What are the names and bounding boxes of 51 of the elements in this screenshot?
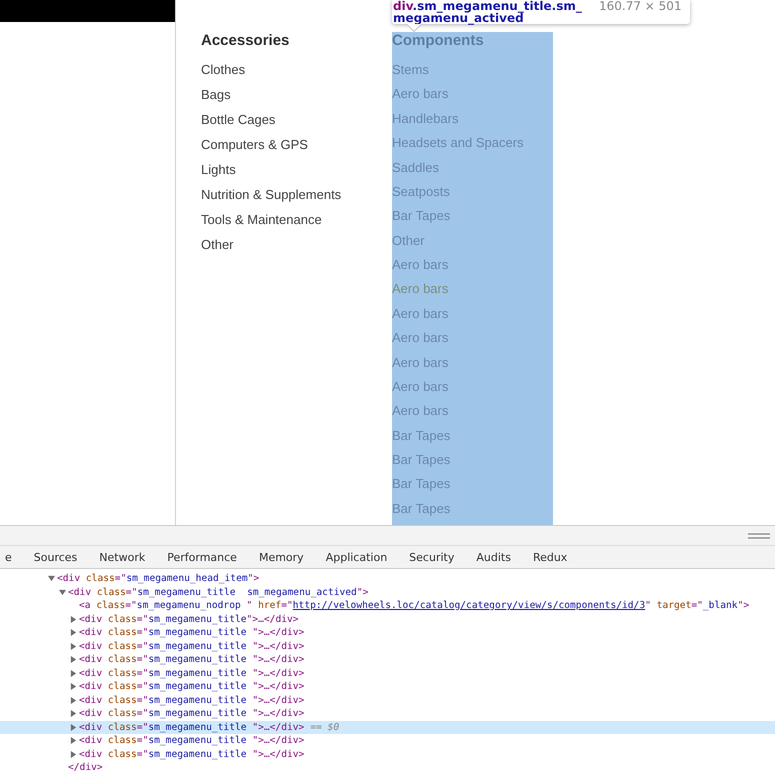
menu-link[interactable]: Tools & Maintenance — [201, 212, 322, 237]
collapsed-triangle-icon[interactable] — [70, 642, 77, 650]
menu-link[interactable]: Computers & GPS — [201, 137, 308, 162]
collapsed-triangle-icon[interactable] — [70, 750, 77, 758]
collapsed-triangle-icon[interactable] — [70, 656, 77, 664]
menu-link[interactable]: Lights — [201, 162, 236, 187]
devtools-tab[interactable]: e — [0, 546, 23, 568]
menu-link[interactable]: Bottle Cages — [201, 112, 276, 137]
column-heading: Components — [392, 32, 484, 50]
dom-node-code[interactable]: <a class="sm_megamenu_nodrop " href="http://velowheels.loc/catalog/category/view/s/components/id/3" target="_blank"> — [79, 599, 750, 612]
dom-node-code[interactable]: <div class="sm_megamenu_head_item"> — [57, 572, 260, 586]
expanded-triangle-icon[interactable] — [48, 575, 55, 582]
devtools-tab[interactable]: Audits — [465, 546, 522, 568]
menu-link[interactable]: Clothes — [201, 62, 246, 87]
devtools-tab[interactable]: Performance — [156, 546, 248, 568]
collapsed-triangle-icon[interactable] — [70, 724, 77, 731]
collapsed-triangle-icon[interactable] — [70, 696, 77, 704]
devtools-tab[interactable]: Redux — [522, 546, 578, 568]
collapsed-triangle-icon[interactable] — [70, 737, 77, 744]
element-size: 160.77 × 501 — [599, 0, 682, 12]
dom-node-code[interactable]: <div class="sm_megamenu_title ">…</div> — [79, 694, 304, 707]
collapsed-triangle-icon[interactable] — [70, 670, 77, 677]
drag-handle-icon[interactable] — [748, 532, 770, 540]
expanded-triangle-icon[interactable] — [59, 588, 66, 596]
dom-node-code[interactable]: </div> — [68, 761, 103, 774]
dom-node-code[interactable]: <div class="sm_megamenu_title ">…</div> — [79, 720, 304, 734]
devtools-tab[interactable]: Memory — [248, 546, 315, 568]
devtools-tab[interactable]: Application — [314, 546, 398, 568]
dom-node-code[interactable]: <div class="sm_megamenu_title ">…</div> — [79, 734, 304, 748]
dom-node-code[interactable]: <div class="sm_megamenu_title ">…</div> — [79, 626, 304, 640]
element-selector: div.sm_megamenu_title.sm_megamenu_actived — [392, 0, 583, 24]
menu-link[interactable]: Bags — [201, 87, 231, 112]
console-reference: == $0 — [310, 720, 340, 734]
devtools-tab[interactable]: Network — [88, 546, 156, 568]
dom-node-code[interactable]: <div class="sm_megamenu_title sm_megamenu_actived"> — [68, 586, 368, 599]
dom-node-code[interactable]: <div class="sm_megamenu_title ">…</div> — [79, 707, 304, 720]
column-heading: Accessories — [201, 32, 290, 50]
devtools-tab[interactable]: Sources — [22, 546, 88, 568]
dom-node-code[interactable]: <div class="sm_megamenu_title">…</div> — [79, 612, 299, 626]
dom-node-code[interactable]: <div class="sm_megamenu_title ">…</div> — [79, 653, 304, 666]
dom-node-code[interactable]: <div class="sm_megamenu_title ">…</div> — [79, 640, 304, 653]
collapsed-triangle-icon[interactable] — [70, 616, 77, 623]
menu-link[interactable]: Other — [201, 237, 234, 262]
collapsed-triangle-icon[interactable] — [70, 629, 77, 636]
collapsed-triangle-icon[interactable] — [70, 710, 77, 718]
dom-node-code[interactable]: <div class="sm_megamenu_title ">…</div> — [79, 666, 304, 680]
collapsed-triangle-icon[interactable] — [70, 683, 77, 690]
menu-link[interactable]: Nutrition & Supplements — [201, 187, 342, 212]
dom-node-code[interactable]: <div class="sm_megamenu_title ">…</div> — [79, 748, 304, 761]
devtools-tab[interactable]: Security — [398, 546, 466, 568]
dom-node-code[interactable]: <div class="sm_megamenu_title ">…</div> — [79, 680, 304, 694]
